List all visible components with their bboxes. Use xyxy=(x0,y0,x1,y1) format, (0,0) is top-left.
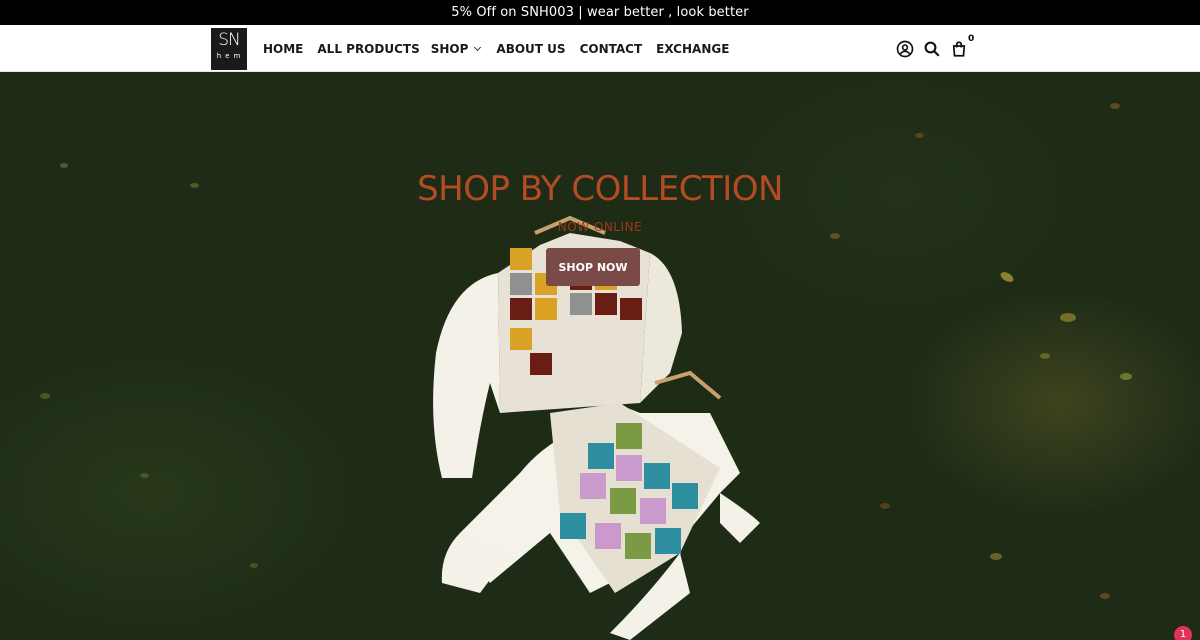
hero-banner: SHOP BY COLLECTION NOW ONLINE SHOP NOW 1 xyxy=(0,73,1200,640)
hero-subtitle: NOW ONLINE xyxy=(557,220,643,234)
announcement-bar: 5% Off on SNH003 | wear better , look be… xyxy=(0,0,1200,25)
logo-line-2: hem xyxy=(216,52,245,60)
cart-count: 0 xyxy=(968,34,975,44)
main-nav: HOME ALL PRODUCTS SHOP ABOUT US CONTACT … xyxy=(263,25,729,72)
site-header: SN hem HOME ALL PRODUCTS SHOP ABOUT US C… xyxy=(0,25,1200,72)
leaf-decoration xyxy=(915,133,924,138)
leaf-decoration xyxy=(60,163,68,168)
leaf-decoration xyxy=(880,503,890,509)
header-icons: 0 xyxy=(896,25,974,72)
hero-title: SHOP BY COLLECTION xyxy=(417,169,783,209)
leaf-decoration xyxy=(998,270,1016,284)
leaf-decoration xyxy=(140,473,149,478)
cart-icon[interactable] xyxy=(950,40,968,58)
account-icon[interactable] xyxy=(896,40,914,58)
chevron-down-icon xyxy=(474,43,482,51)
logo-line-1: SN xyxy=(218,30,241,50)
leaf-decoration xyxy=(40,393,50,399)
nav-all-products[interactable]: ALL PRODUCTS xyxy=(317,42,419,56)
nav-exchange[interactable]: EXCHANGE xyxy=(656,42,729,56)
leaf-decoration xyxy=(1110,103,1120,109)
shop-now-button[interactable]: SHOP NOW xyxy=(546,248,640,286)
nav-about[interactable]: ABOUT US xyxy=(496,42,565,56)
announcement-text: 5% Off on SNH003 | wear better , look be… xyxy=(451,5,749,20)
nav-contact[interactable]: CONTACT xyxy=(580,42,643,56)
nav-shop[interactable]: SHOP xyxy=(430,41,482,56)
brand-logo[interactable]: SN hem xyxy=(211,28,247,70)
leaf-decoration xyxy=(1060,313,1076,322)
nav-shop-label: SHOP xyxy=(430,41,469,56)
chat-notification-badge[interactable]: 1 xyxy=(1174,626,1192,640)
search-icon[interactable] xyxy=(923,40,941,58)
leaf-decoration xyxy=(250,563,258,568)
leaf-decoration xyxy=(1100,593,1110,599)
leaf-decoration xyxy=(1040,353,1050,359)
leaf-decoration xyxy=(1120,373,1132,380)
leaf-decoration xyxy=(990,553,1002,560)
nav-home[interactable]: HOME xyxy=(263,42,303,56)
